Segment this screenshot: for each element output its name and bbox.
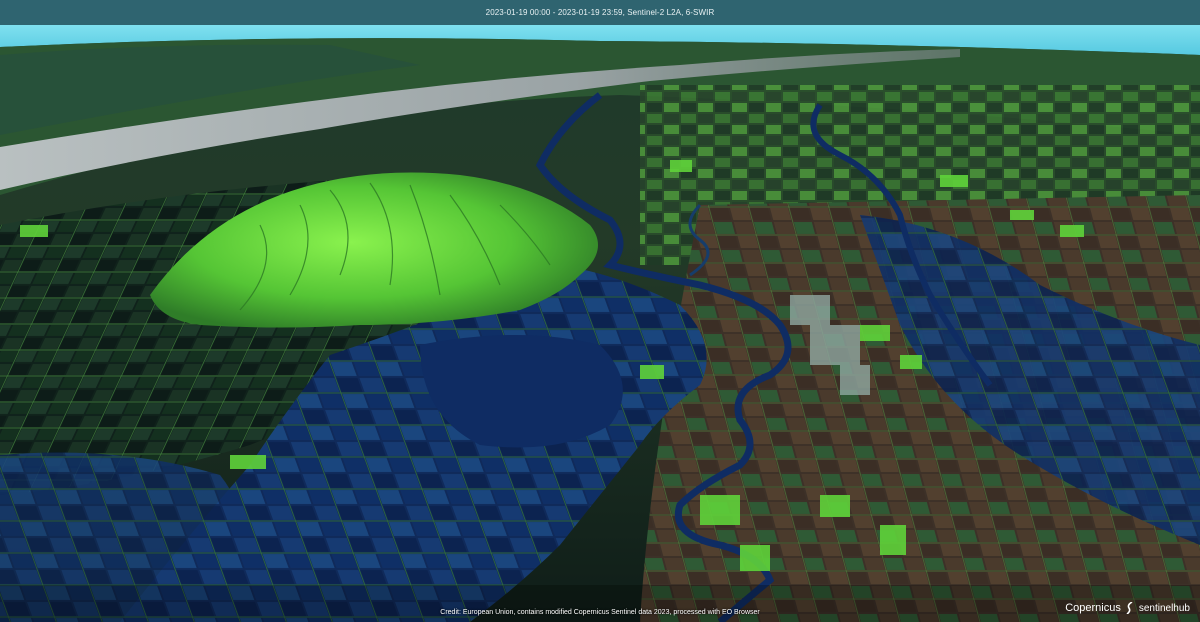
logos: Copernicus sentinelhub [1065, 599, 1190, 617]
image-caption: 2023-01-19 00:00 - 2023-01-19 23:59, Sen… [485, 8, 715, 17]
satellite-scene[interactable] [0, 25, 1200, 622]
sentinelhub-logo-icon [1126, 602, 1133, 614]
credit-text: Credit: European Union, contains modifie… [440, 609, 760, 616]
header-bar: 2023-01-19 00:00 - 2023-01-19 23:59, Sen… [0, 0, 1200, 25]
copernicus-logo-icon: Copernicus [1065, 602, 1121, 614]
bottom-shade [0, 585, 1200, 622]
sentinelhub-logo-text: sentinelhub [1138, 602, 1190, 614]
